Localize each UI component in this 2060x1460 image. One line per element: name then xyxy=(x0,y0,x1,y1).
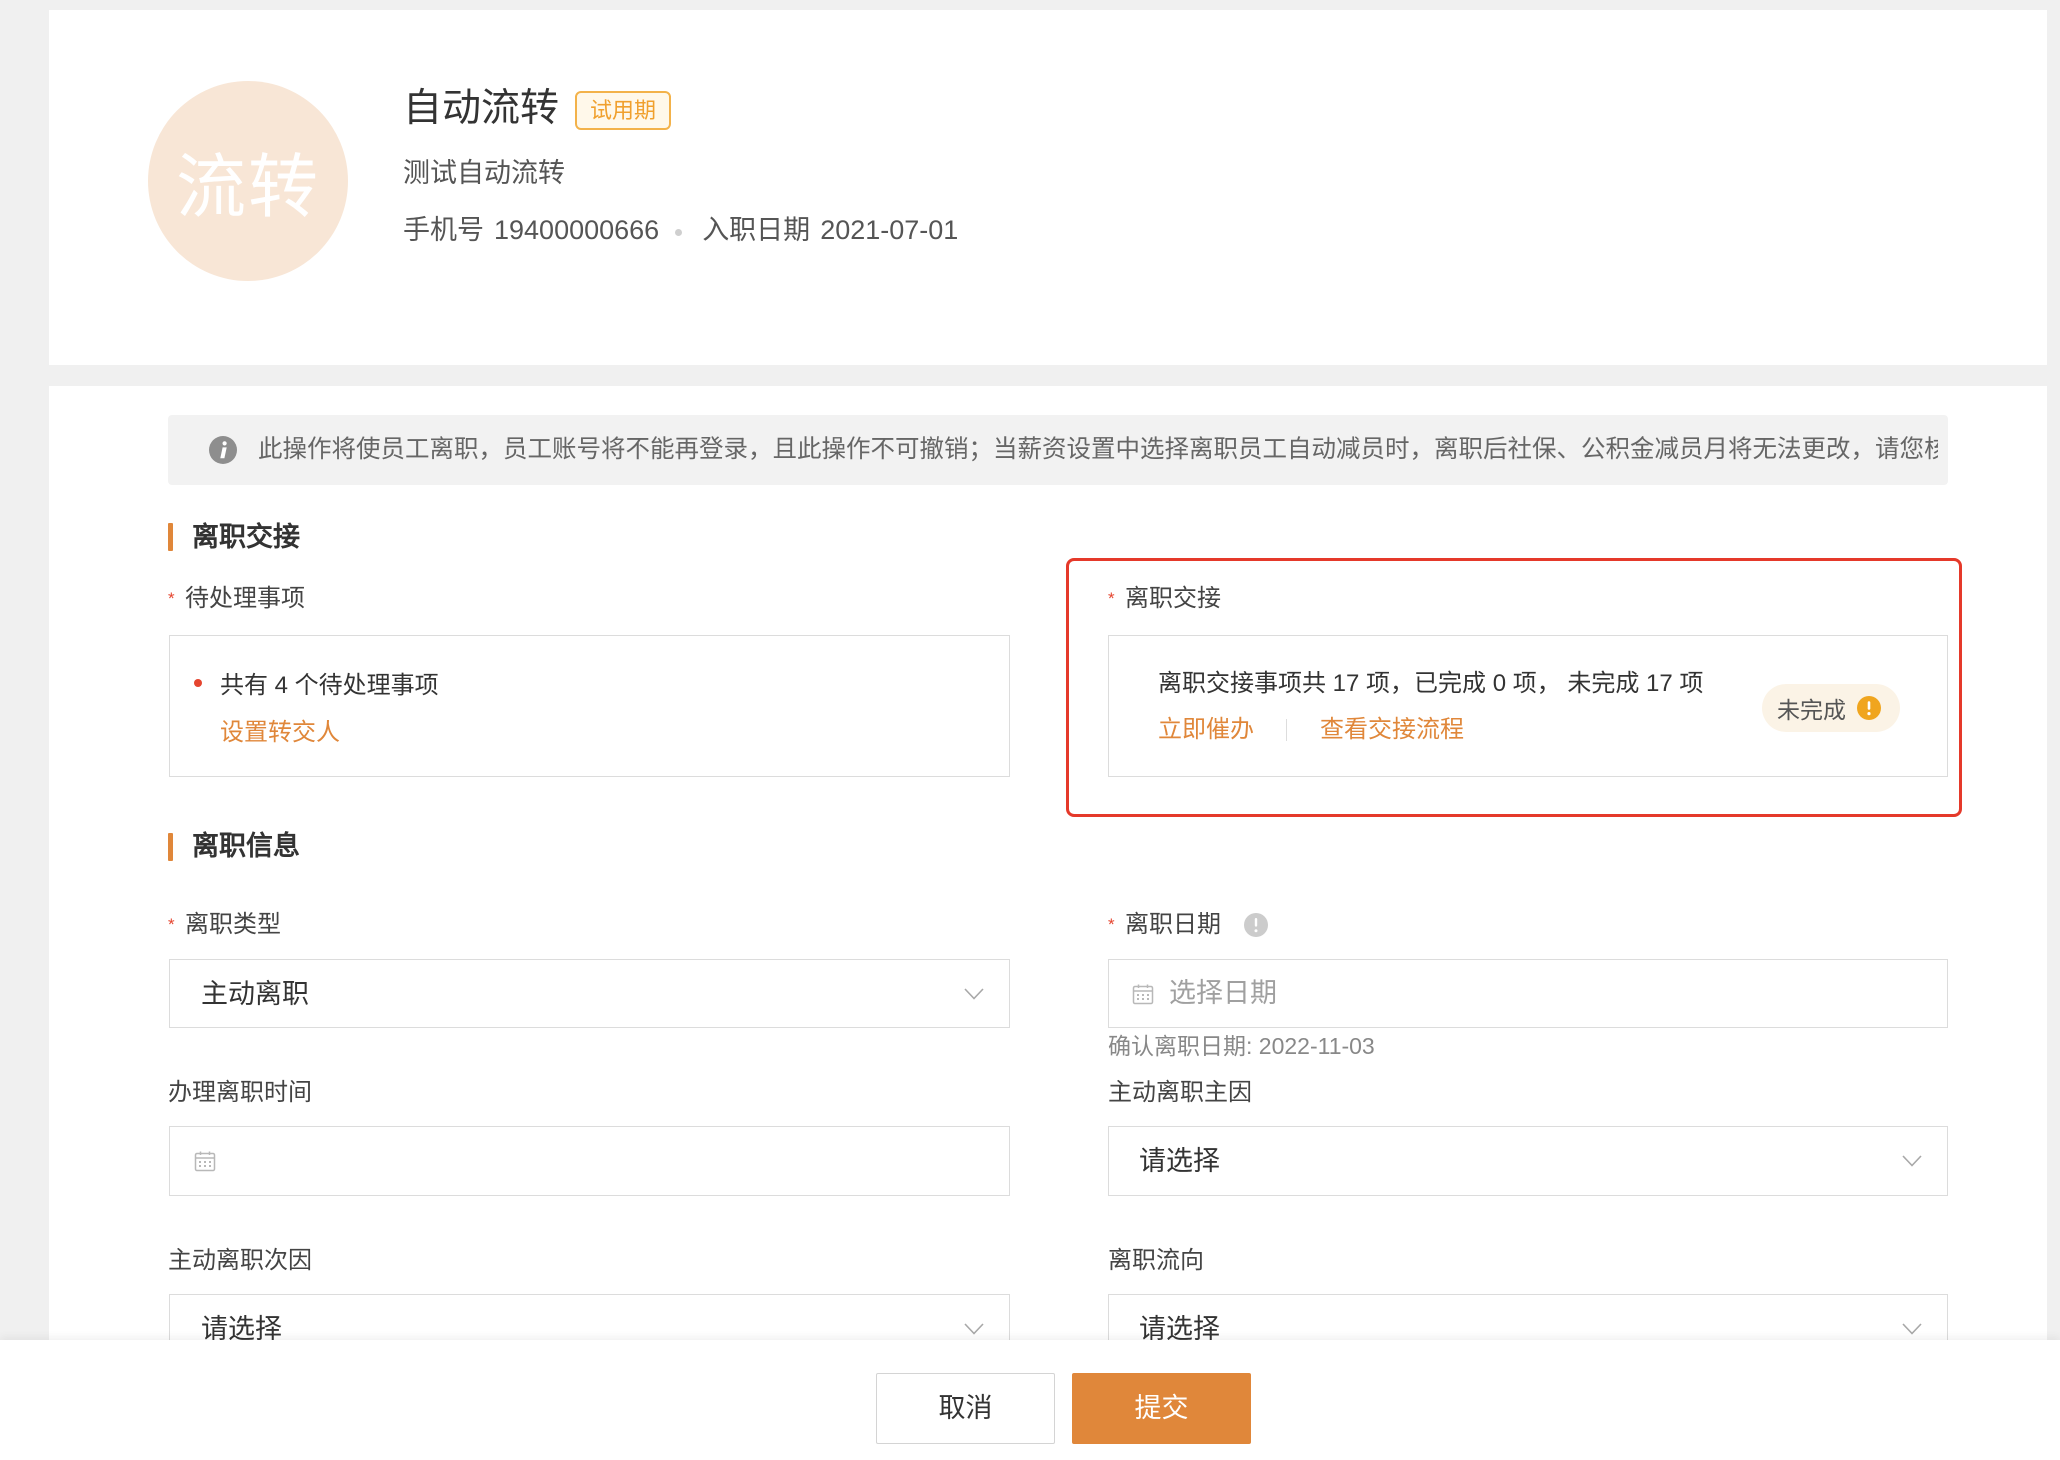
handover-panel: 离职交接事项共 17 项，已完成 0 项， 未完成 17 项 立即催办 查看交接… xyxy=(1108,635,1948,777)
section-accent-bar xyxy=(168,833,173,861)
submit-button[interactable]: 提交 xyxy=(1072,1373,1251,1444)
resignation-date-input[interactable] xyxy=(1169,960,1909,1027)
info-icon xyxy=(209,436,237,464)
bullet-dot xyxy=(194,679,202,687)
label-text: 主动离职主因 xyxy=(1108,1079,1252,1106)
section-accent-bar xyxy=(168,523,173,551)
label-text: 待处理事项 xyxy=(185,585,305,612)
select-value: 请选择 xyxy=(1139,1146,1220,1176)
avatar: 流转 xyxy=(148,81,348,281)
action-footer: 取消 提交 xyxy=(0,1340,2060,1460)
select-value: 主动离职 xyxy=(201,979,309,1009)
handover-summary: 离职交接事项共 17 项，已完成 0 项， 未完成 17 项 xyxy=(1158,670,1704,697)
warning-icon xyxy=(1857,696,1881,720)
handover-actions: 立即催办 查看交接流程 xyxy=(1158,715,1464,745)
hire-date: 2021-07-01 xyxy=(820,215,959,245)
notice-text: 此操作将使员工离职，员工账号将不能再登录，且此操作不可撤销；当薪资设置中选择离职… xyxy=(258,436,1938,463)
urge-link[interactable]: 立即催办 xyxy=(1158,715,1254,745)
label-text: 办理离职时间 xyxy=(168,1079,312,1106)
employee-profile-card xyxy=(49,10,2047,365)
section-title-handover: 离职交接 xyxy=(192,522,300,552)
avatar-text: 流转 xyxy=(176,147,320,226)
resignation-type-select[interactable]: 主动离职 xyxy=(169,959,1010,1028)
label-text: 主动离职次因 xyxy=(168,1247,312,1274)
required-mark: * xyxy=(1108,589,1115,608)
processing-time-label: 办理离职时间 xyxy=(168,1078,312,1108)
label-text: 离职流向 xyxy=(1108,1247,1204,1274)
resignation-date-picker[interactable] xyxy=(1108,959,1948,1028)
required-mark: * xyxy=(168,589,175,608)
label-text: 离职日期 xyxy=(1125,911,1221,938)
label-text: 离职类型 xyxy=(185,911,281,938)
primary-reason-label: 主动离职主因 xyxy=(1108,1078,1252,1108)
view-handover-flow-link[interactable]: 查看交接流程 xyxy=(1320,715,1464,745)
status-badge: 试用期 xyxy=(575,91,671,130)
resignation-type-label: * 离职类型 xyxy=(168,910,281,940)
hire-date-label: 入职日期 xyxy=(702,215,811,245)
set-transferee-link[interactable]: 设置转交人 xyxy=(220,718,340,748)
employee-name: 自动流转 xyxy=(403,87,560,130)
separator-dot xyxy=(675,228,683,236)
pending-items-summary: 共有 4 个待处理事项 xyxy=(220,672,439,699)
resignation-date-label: * 离职日期 xyxy=(1108,910,1221,940)
handover-status-text: 未完成 xyxy=(1777,697,1846,723)
handover-status-badge: 未完成 xyxy=(1762,684,1900,732)
pending-items-panel: 共有 4 个待处理事项 设置转交人 xyxy=(169,635,1010,777)
handover-label: * 离职交接 xyxy=(1108,584,1221,614)
section-title-info: 离职信息 xyxy=(192,831,300,861)
phone-number: 19400000666 xyxy=(494,215,660,245)
primary-reason-select[interactable]: 请选择 xyxy=(1108,1126,1948,1196)
chevron-down-icon xyxy=(964,1323,984,1335)
secondary-reason-label: 主动离职次因 xyxy=(168,1246,312,1276)
cancel-button[interactable]: 取消 xyxy=(876,1373,1055,1444)
help-icon[interactable] xyxy=(1243,912,1269,938)
calendar-icon xyxy=(194,1151,216,1172)
employee-description: 测试自动流转 xyxy=(403,158,565,188)
label-text: 离职交接 xyxy=(1125,585,1221,612)
required-mark: * xyxy=(1108,915,1115,934)
chevron-down-icon xyxy=(1902,1155,1922,1167)
pending-items-label: * 待处理事项 xyxy=(168,584,305,614)
confirm-date-hint: 确认离职日期: 2022-11-03 xyxy=(1108,1033,1375,1059)
phone-label: 手机号 xyxy=(403,215,484,245)
processing-time-picker[interactable] xyxy=(169,1126,1010,1196)
destination-label: 离职流向 xyxy=(1108,1246,1204,1276)
calendar-icon xyxy=(1132,984,1154,1004)
action-divider xyxy=(1286,719,1287,741)
contact-line: 手机号 19400000666 入职日期 2021-07-01 xyxy=(403,213,958,247)
required-mark: * xyxy=(168,915,175,934)
notice-banner: 此操作将使员工离职，员工账号将不能再登录，且此操作不可撤销；当薪资设置中选择离职… xyxy=(168,415,1948,485)
chevron-down-icon xyxy=(964,987,984,1000)
chevron-down-icon xyxy=(1902,1323,1922,1335)
